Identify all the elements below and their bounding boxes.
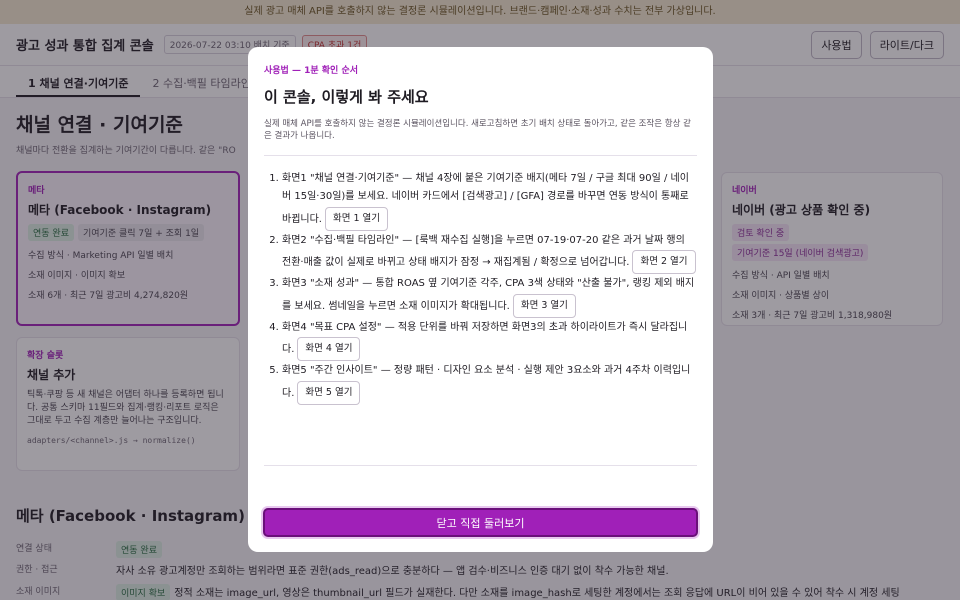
modal-divider	[264, 465, 697, 466]
close-modal-button[interactable]: 닫고 직접 둘러보기	[263, 508, 698, 537]
help-modal: 사용법 — 1분 확인 순서 이 콘솔, 이렇게 봐 주세요 실제 매체 API…	[248, 47, 713, 552]
step-item: 화면1 "채널 연결·기여기준" — 채널 4장에 붙은 기여기준 배지(메타 …	[282, 170, 697, 231]
modal-title: 이 콘솔, 이렇게 봐 주세요	[264, 88, 429, 106]
open-screen-5-button[interactable]: 화면 5 열기	[297, 380, 361, 405]
open-screen-4-button[interactable]: 화면 4 열기	[297, 337, 361, 362]
modal-intro: 실제 매체 API를 호출하지 않는 결정론 시뮬레이션입니다. 새로고침하면 …	[264, 119, 697, 156]
open-screen-2-button[interactable]: 화면 2 열기	[632, 250, 696, 275]
step-item: 화면3 "소재 성과" — 통합 ROAS 옆 기여기준 각주, CPA 3색 …	[282, 275, 697, 318]
open-screen-1-button[interactable]: 화면 1 열기	[324, 206, 389, 231]
step-text: 화면2 "수집·백필 타임라인" — [룩백 재수집 실행]을 누르면 07-1…	[282, 234, 685, 269]
step-text: 화면3 "소재 성과" — 통합 ROAS 옆 기여기준 각주, CPA 3색 …	[282, 278, 695, 312]
step-list: 화면1 "채널 연결·기여기준" — 채널 4장에 붙은 기여기준 배지(메타 …	[282, 170, 697, 405]
step-item: 화면4 "목표 CPA 설정" — 적용 단위를 바꿔 저장하면 화면3의 초과…	[282, 319, 697, 362]
step-item: 화면5 "주간 인사이트" — 정량 패턴 · 디자인 요소 분석 · 실행 제…	[282, 362, 697, 405]
step-item: 화면2 "수집·백필 타임라인" — [룩백 재수집 실행]을 누르면 07-1…	[282, 232, 697, 275]
modal-kicker: 사용법 — 1분 확인 순서	[264, 66, 359, 76]
open-screen-3-button[interactable]: 화면 3 열기	[512, 293, 576, 318]
